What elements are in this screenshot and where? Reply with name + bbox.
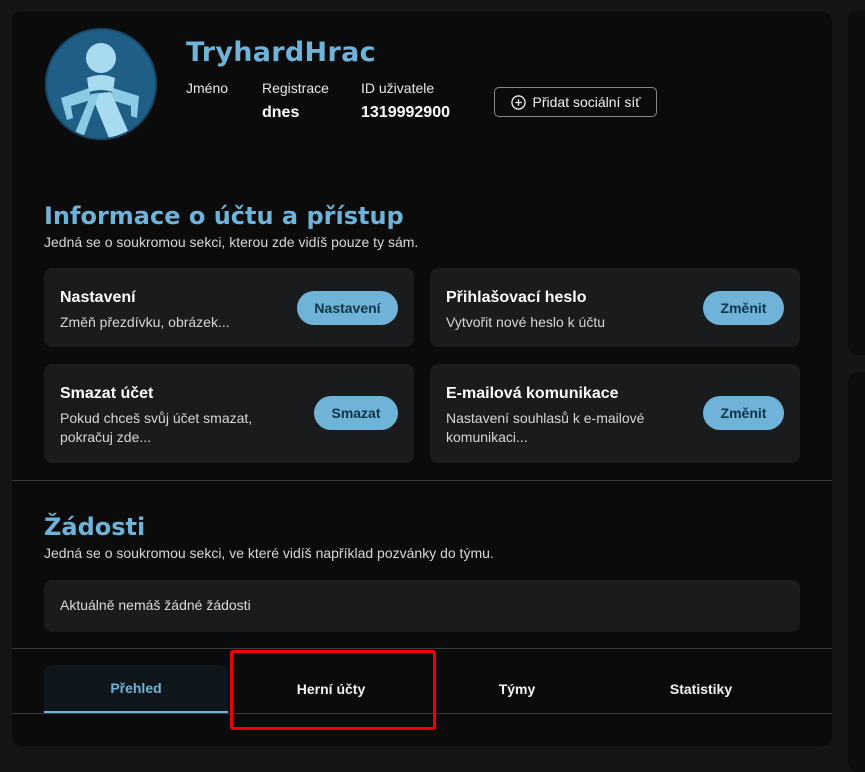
user-id-value: 1319992900 [361,104,450,121]
user-id-label: ID uživatele [361,80,435,96]
settings-card: Nastavení Změň přezdívku, obrázek... Nas… [44,268,414,347]
card-desc: Nastavení souhlasů k e-mailové komunikac… [446,410,645,445]
plus-circle-icon [510,94,526,110]
tab-overview[interactable]: Přehled [44,665,228,713]
registration-label: Registrace [262,80,329,96]
delete-account-button[interactable]: Smazat [314,396,398,430]
avatar [45,28,157,140]
card-title: Přihlašovací heslo [446,289,587,306]
tab-teams[interactable]: Týmy [432,665,602,713]
email-communication-card: E-mailová komunikace Nastavení souhlasů … [430,364,800,463]
settings-button[interactable]: Nastavení [297,291,398,325]
avatar-figure-icon [47,30,155,138]
requests-section-title: Žádosti [44,513,146,541]
card-title: Nastavení [60,289,136,306]
username: TryhardHrac [186,37,376,68]
password-card: Přihlašovací heslo Vytvořit nové heslo k… [430,268,800,347]
side-panel-edge-lower [848,372,865,772]
requests-empty-text: Aktuálně nemáš žádné žádosti [60,597,251,613]
section-divider [12,480,832,481]
delete-account-card: Smazat účet Pokud chceš svůj účet smazat… [44,364,414,463]
side-panel-edge [848,10,865,355]
requests-empty-box: Aktuálně nemáš žádné žádosti [44,580,800,632]
change-email-button[interactable]: Změnit [703,396,784,430]
tabs-top-divider [12,648,832,649]
card-desc: Pokud chceš svůj účet smazat, pokračuj z… [60,410,253,445]
change-password-button[interactable]: Změnit [703,291,784,325]
highlight-box [230,650,436,730]
name-label: Jméno [186,80,229,96]
profile-panel: TryhardHrac Jméno Registrace dnes ID uži… [12,11,832,746]
tab-statistics[interactable]: Statistiky [612,665,790,713]
card-title: E-mailová komunikace [446,385,619,402]
add-social-label: Přidat sociální síť [532,94,641,110]
card-title: Smazat účet [60,385,154,402]
card-desc: Změň přezdívku, obrázek... [60,314,230,330]
requests-section-subtitle: Jedná se o soukromou sekci, ve které vid… [44,545,494,561]
add-social-button[interactable]: Přidat sociální síť [494,87,657,117]
card-desc: Vytvořit nové heslo k účtu [446,314,606,330]
registration-value: dnes [262,104,300,121]
account-section-title: Informace o účtu a přístup [44,202,404,230]
account-section-subtitle: Jedná se o soukromou sekci, kterou zde v… [44,234,419,250]
